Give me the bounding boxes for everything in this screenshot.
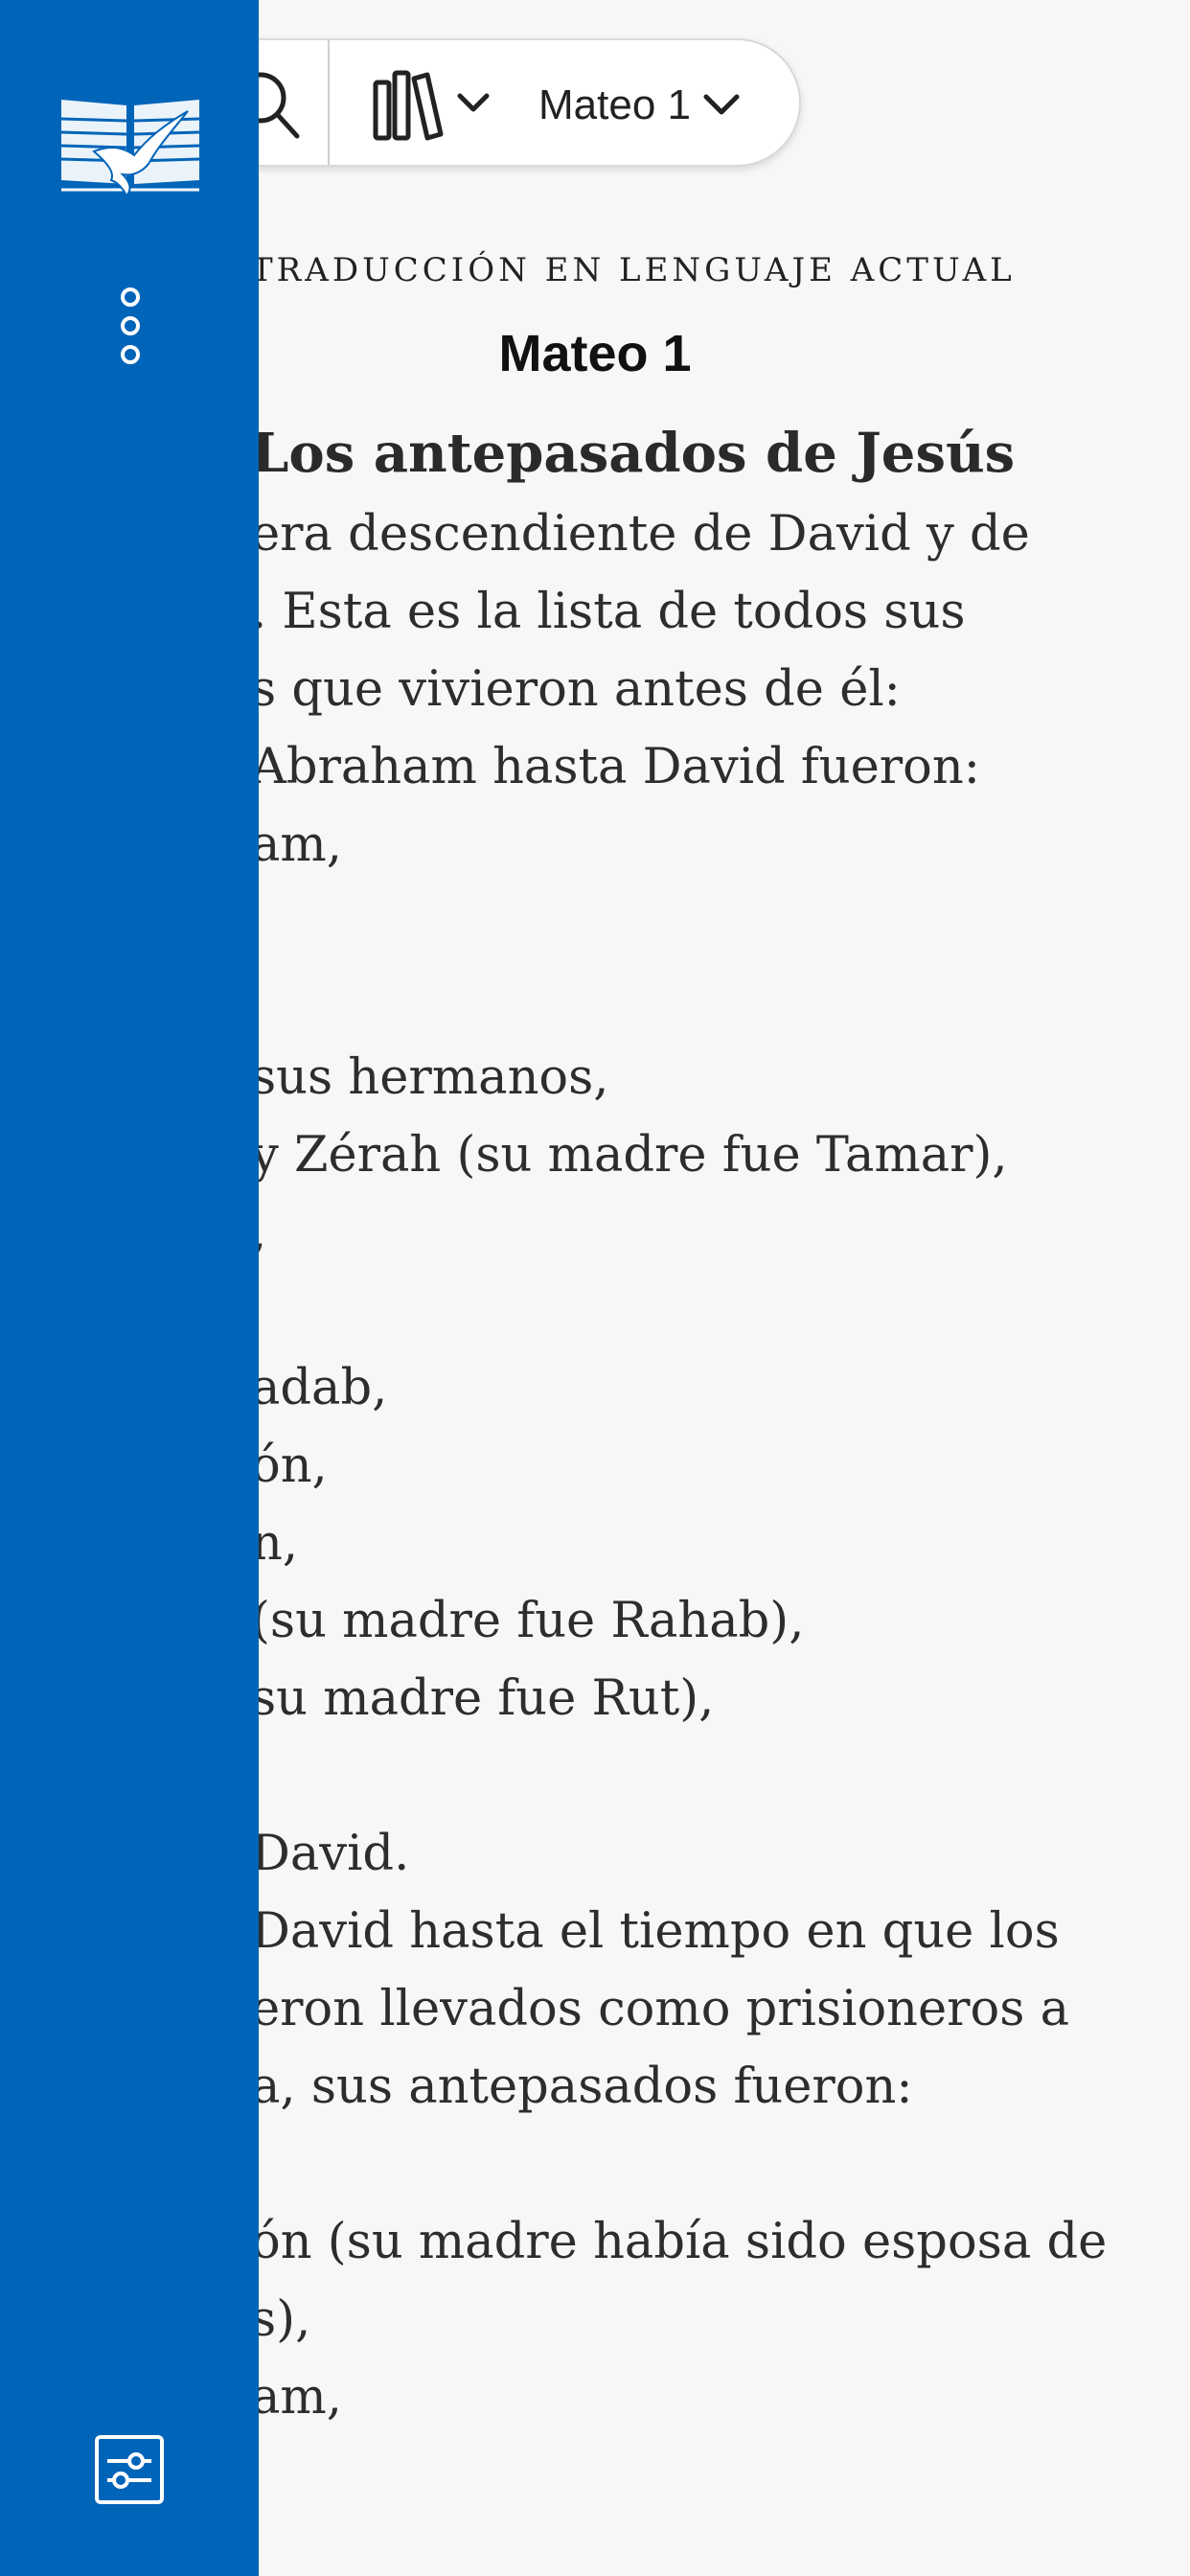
- chapter-selector-label: Mateo 1: [538, 81, 691, 128]
- toolbar-divider: [328, 40, 330, 165]
- library-icon: [373, 70, 490, 141]
- sidebar: [0, 0, 259, 2576]
- verse-line: adab,: [251, 1360, 388, 1416]
- more-vertical-icon[interactable]: [113, 288, 148, 364]
- verse-line: eron llevados como prisioneros a: [251, 1981, 1070, 2037]
- bible-version-name: TRADUCCIÓN EN LENGUAJE ACTUAL: [251, 251, 1016, 289]
- verse-line: sus hermanos,: [251, 1049, 609, 1106]
- verse-line: David hasta el tiempo en que los: [251, 1903, 1060, 1960]
- verse-line: su madre fue Rut),: [251, 1670, 715, 1727]
- verse-line: s que vivieron antes de él:: [251, 661, 901, 718]
- chevron-down-icon: [703, 94, 740, 115]
- verse-line: ón (su madre había sido esposa de: [251, 2214, 1108, 2270]
- verse-line: s),: [251, 2291, 311, 2348]
- verse-line: . Esta es la lista de todos sus: [251, 584, 966, 640]
- verse-line: y Zérah (su madre fue Tamar),: [251, 1127, 1008, 1184]
- verse-line: a, sus antepasados fueron:: [251, 2058, 913, 2115]
- verse-line: David.: [251, 1826, 410, 1882]
- verse-line: am,: [251, 2369, 342, 2426]
- settings-sliders-icon[interactable]: [94, 2434, 165, 2505]
- library-button[interactable]: [372, 69, 496, 142]
- verse-line: am,: [251, 816, 342, 873]
- chapter-selector[interactable]: Mateo 1: [538, 69, 741, 142]
- verse-line: era descendiente de David y de: [251, 506, 1030, 563]
- verse-line: (su madre fue Rahab),: [251, 1593, 805, 1649]
- section-heading: Los antepasados de Jesús: [251, 422, 1016, 485]
- verse-line: ón,: [251, 1438, 328, 1494]
- bible-dove-logo-icon[interactable]: [59, 96, 201, 203]
- verse-line: Abraham hasta David fueron:: [251, 739, 980, 795]
